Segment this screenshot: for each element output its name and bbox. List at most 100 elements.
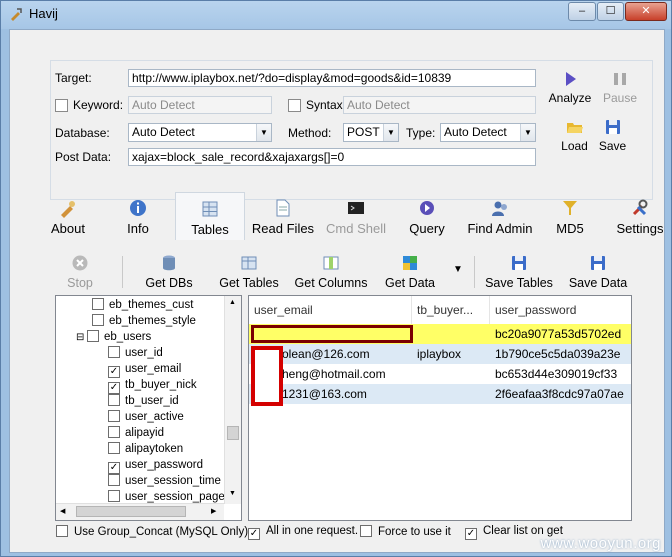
checkbox[interactable]: ✓ — [248, 528, 260, 540]
checkbox[interactable] — [56, 525, 68, 537]
stop-button[interactable]: Stop — [62, 254, 98, 290]
get-data-label: Get Data — [384, 276, 436, 290]
scrollbar-thumb[interactable] — [227, 426, 239, 440]
save-button[interactable]: Save — [595, 118, 630, 153]
syntax-input[interactable]: Auto Detect — [343, 96, 536, 114]
checkbox[interactable] — [108, 442, 120, 454]
save-tables-button[interactable]: Save Tables — [482, 254, 556, 290]
pause-button[interactable]: Pause — [600, 70, 640, 105]
checkbox[interactable]: ✓ — [465, 528, 477, 540]
column-header[interactable]: tb_buyer... — [412, 296, 490, 324]
tab-read-files[interactable]: Read Files — [250, 192, 316, 240]
analyze-button[interactable]: Analyze — [545, 70, 595, 105]
checkbox[interactable] — [108, 426, 120, 438]
tab-about[interactable]: About — [40, 192, 96, 240]
tree-item[interactable]: ✓ tb_buyer_nick — [108, 378, 197, 394]
table-row[interactable]: heng@hotmail.com bc653d44e309019cf33 — [249, 364, 631, 384]
tree-item[interactable]: ⊟ eb_users — [76, 330, 151, 346]
load-button[interactable]: Load — [557, 118, 592, 153]
data-grid[interactable]: user_email tb_buyer... user_password bc2… — [248, 295, 632, 521]
tree-item[interactable]: eb_themes_cust — [92, 298, 193, 314]
syntax-checkbox[interactable] — [288, 99, 301, 112]
tab-find-admin[interactable]: Find Admin — [462, 192, 538, 240]
tree-item[interactable]: ✓ user_password — [108, 458, 203, 474]
checkbox[interactable] — [87, 330, 99, 342]
save-data-label: Save Data — [568, 276, 628, 290]
tab-md5[interactable]: MD5 — [550, 192, 590, 240]
checkbox[interactable] — [92, 298, 104, 310]
save-data-button[interactable]: Save Data — [566, 254, 630, 290]
tree-item[interactable]: ✓ user_email — [108, 362, 181, 378]
group-concat-option[interactable]: Use Group_Concat (MySQL Only) — [56, 525, 248, 538]
cell: bc20a9077a53d5702ed — [495, 327, 622, 341]
collapse-icon[interactable]: ⊟ — [76, 330, 87, 345]
checkbox[interactable] — [108, 394, 120, 406]
checkbox[interactable] — [360, 525, 372, 537]
get-tables-button[interactable]: Get Tables — [215, 254, 283, 290]
cell: bc653d44e309019cf33 — [495, 367, 618, 381]
tree-vertical-scrollbar[interactable]: ▲ ▼ — [224, 296, 241, 504]
query-icon — [420, 201, 434, 215]
find-admin-icon — [492, 201, 507, 216]
checkbox[interactable] — [108, 346, 120, 358]
tree-item[interactable]: alipayid — [108, 426, 164, 442]
checkbox[interactable] — [92, 314, 104, 326]
minimize-button[interactable]: – — [568, 2, 596, 21]
checkbox[interactable] — [108, 474, 120, 486]
tab-query[interactable]: Query — [404, 192, 450, 240]
scroll-up-icon[interactable]: ▲ — [229, 299, 236, 306]
get-data-button[interactable]: Get Data — [380, 254, 440, 290]
tree-item[interactable]: user_id — [108, 346, 163, 362]
type-value: Auto Detect — [444, 125, 507, 139]
schema-tree[interactable]: eb_themes_cust eb_themes_style ⊟ eb_users… — [55, 295, 242, 521]
database-value: Auto Detect — [132, 125, 195, 139]
tab-info[interactable]: Info — [115, 192, 161, 240]
keyword-input[interactable]: Auto Detect — [128, 96, 272, 114]
tab-settings[interactable]: Settings — [614, 192, 666, 240]
get-data-dropdown[interactable]: ▼ — [452, 264, 464, 275]
columns-icon — [323, 256, 339, 270]
havij-window: Havij – ☐ ✕ Target: http://www.iplaybox.… — [0, 0, 672, 557]
get-dbs-button[interactable]: Get DBs — [140, 254, 198, 290]
tree-item[interactable]: eb_themes_style — [92, 314, 196, 330]
column-header[interactable]: user_password — [490, 296, 631, 324]
post-data-input[interactable]: xajax=block_sale_record&xajaxargs[]=0 — [128, 148, 536, 166]
maximize-button[interactable]: ☐ — [597, 2, 624, 21]
keyword-label: Keyword: — [73, 98, 124, 112]
scroll-left-icon[interactable]: ◀ — [60, 507, 65, 515]
get-columns-button[interactable]: Get Columns — [291, 254, 371, 290]
database-select[interactable]: Auto Detect ▼ — [128, 123, 272, 142]
close-button[interactable]: ✕ — [625, 2, 667, 21]
title-bar[interactable]: Havij – ☐ ✕ — [1, 1, 671, 27]
tree-item[interactable]: user_session_time — [108, 474, 221, 490]
cell: 1231@163.com — [282, 387, 367, 401]
checkbox[interactable] — [108, 490, 120, 502]
tab-cmd-shell[interactable]: Cmd Shell — [323, 192, 389, 240]
tab-tables[interactable]: Tables — [175, 192, 245, 240]
settings-icon — [632, 199, 648, 216]
force-option[interactable]: Force to use it — [360, 525, 451, 538]
tree-item[interactable]: alipaytoken — [108, 442, 183, 458]
tab-info-label: Info — [127, 221, 149, 236]
scroll-down-icon[interactable]: ▼ — [229, 490, 236, 497]
tree-item[interactable]: tb_user_id — [108, 394, 179, 410]
target-url-input[interactable]: http://www.iplaybox.net/?do=display&mod=… — [128, 69, 536, 87]
redaction-box — [251, 346, 283, 406]
column-header[interactable]: user_email — [249, 296, 412, 324]
keyword-checkbox[interactable] — [55, 99, 68, 112]
checkbox[interactable]: ✓ — [108, 382, 120, 394]
all-in-one-option[interactable]: ✓ All in one request. — [248, 525, 358, 540]
checkbox[interactable]: ✓ — [108, 462, 120, 474]
checkbox[interactable] — [108, 410, 120, 422]
table-row[interactable]: 1231@163.com 2f6eafaa3f8cdc97a07ae — [249, 384, 631, 404]
table-row[interactable]: olean@126.com iplaybox 1b790ce5c5da039a2… — [249, 344, 631, 364]
type-select[interactable]: Auto Detect ▼ — [440, 123, 536, 142]
analyze-label: Analyze — [548, 91, 592, 105]
checkbox[interactable]: ✓ — [108, 366, 120, 378]
tree-horizontal-scrollbar[interactable]: ◀ ▶ — [56, 503, 224, 520]
cell: olean@126.com — [282, 347, 370, 361]
tree-item[interactable]: user_active — [108, 410, 184, 426]
method-select[interactable]: POST ▼ — [343, 123, 399, 142]
scroll-right-icon[interactable]: ▶ — [211, 507, 216, 515]
scrollbar-thumb[interactable] — [76, 506, 186, 517]
